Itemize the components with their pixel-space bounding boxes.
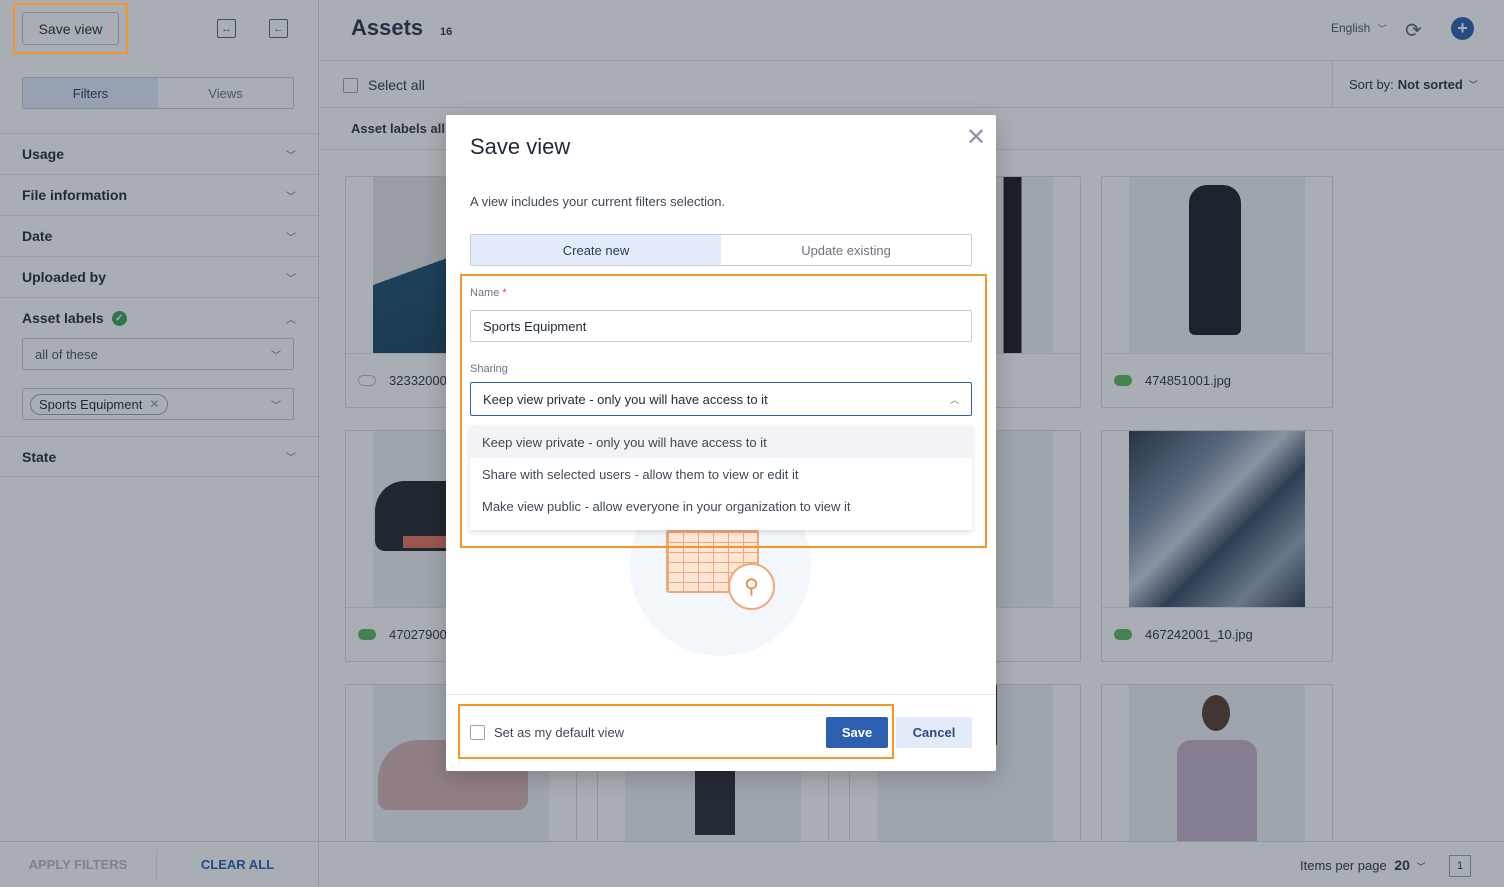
view-name-input[interactable] — [470, 310, 972, 342]
dialog-footer: Set as my default view Save Cancel — [446, 694, 996, 771]
save-mode-tabs: Create new Update existing — [470, 234, 972, 266]
default-view-option[interactable]: Set as my default view — [470, 725, 624, 740]
default-view-label: Set as my default view — [494, 725, 625, 740]
sharing-option-private[interactable]: Keep view private - only you will have a… — [470, 426, 972, 458]
sharing-option-public[interactable]: Make view public - allow everyone in you… — [470, 490, 972, 522]
default-view-checkbox[interactable] — [470, 725, 485, 740]
dialog-description: A view includes your current filters sel… — [470, 194, 726, 209]
save-view-dialog: Save view ✕ A view includes your current… — [446, 115, 996, 771]
dialog-title: Save view — [470, 134, 571, 159]
sharing-label: Sharing — [470, 363, 508, 375]
close-icon[interactable]: ✕ — [966, 123, 986, 152]
sharing-value: Keep view private - only you will have a… — [483, 391, 768, 407]
sharing-options: Keep view private - only you will have a… — [470, 426, 972, 530]
save-button[interactable]: Save — [826, 717, 888, 748]
key-icon: ⚲ — [728, 563, 775, 610]
required-marker: * — [502, 287, 507, 299]
sharing-select[interactable]: Keep view private - only you will have a… — [470, 382, 972, 416]
name-label-text: Name — [470, 287, 500, 299]
name-label: Name * — [470, 287, 507, 299]
cancel-button[interactable]: Cancel — [896, 717, 972, 748]
sharing-option-selected-users[interactable]: Share with selected users - allow them t… — [470, 458, 972, 490]
tab-update-existing[interactable]: Update existing — [721, 235, 971, 265]
chevron-up-icon: ︿ — [949, 394, 959, 405]
tab-create-new[interactable]: Create new — [471, 235, 721, 265]
